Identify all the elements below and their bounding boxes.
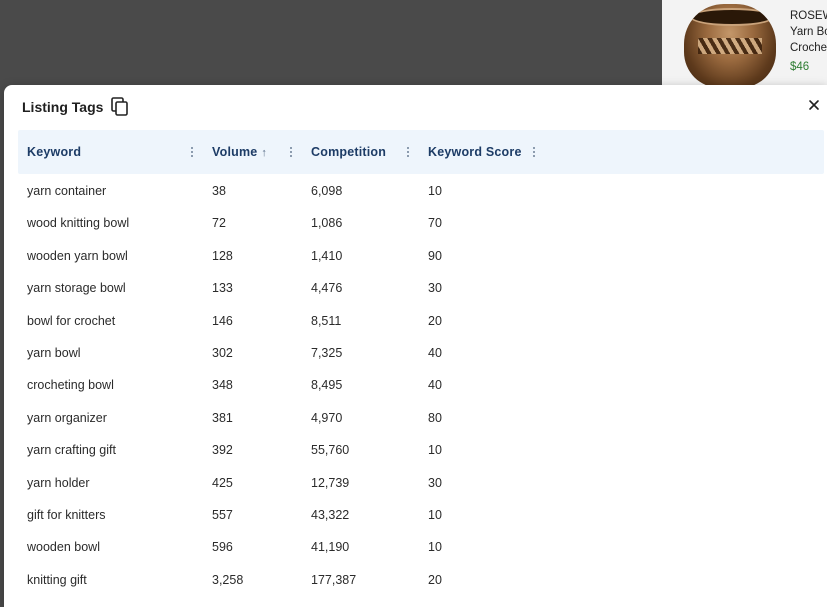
table-row[interactable]: gift for knitters 557 43,322 10 [18, 499, 824, 531]
product-title-line: Yarn Bo [790, 26, 827, 38]
cell-volume: 72 [212, 216, 226, 231]
cell-competition: 41,190 [311, 540, 350, 555]
cell-keyword-score: 30 [428, 475, 442, 490]
cell-keyword-score: 40 [428, 345, 442, 360]
cell-volume: 557 [212, 507, 233, 522]
cell-competition: 6,098 [311, 184, 343, 198]
table-row[interactable]: crocheting bowl 348 8,495 40 [18, 369, 824, 401]
cell-keyword-score: 80 [428, 410, 442, 425]
table-row[interactable]: bowl for crochet 146 8,511 20 [18, 305, 824, 337]
table-row[interactable]: yarn holder 425 12,739 30 [18, 467, 824, 499]
cell-keyword: yarn bowl [27, 345, 81, 360]
cell-volume: 133 [212, 281, 233, 296]
column-header-label: Keyword [27, 145, 82, 159]
modal-title: Listing Tags [22, 99, 104, 115]
cell-keyword: knitting gift [27, 572, 87, 587]
column-menu-keyword-score-icon[interactable] [533, 147, 536, 157]
cell-volume: 38 [212, 184, 226, 198]
cell-competition: 12,739 [311, 475, 350, 490]
cell-volume: 146 [212, 313, 233, 328]
cell-keyword: gift for knitters [27, 507, 106, 522]
table-row[interactable]: yarn organizer 381 4,970 80 [18, 402, 824, 434]
cell-volume: 348 [212, 378, 233, 393]
cell-volume: 596 [212, 540, 233, 555]
column-menu-keyword-icon[interactable] [191, 147, 194, 157]
column-header-label: Volume [212, 145, 258, 159]
cell-keyword: yarn container [27, 184, 107, 198]
cell-keyword: crocheting bowl [27, 378, 114, 393]
product-price: $46 [790, 61, 810, 73]
table-row[interactable]: yarn crafting gift 392 55,760 10 [18, 434, 824, 466]
product-title: ROSEW Yarn Bo Crochet [790, 8, 827, 56]
cell-keyword: yarn storage bowl [27, 281, 126, 296]
cell-competition: 7,325 [311, 345, 343, 360]
product-title-line: ROSEW [790, 10, 827, 22]
cell-competition: 55,760 [311, 443, 350, 458]
cell-competition: 8,495 [311, 378, 343, 393]
cell-volume: 425 [212, 475, 233, 490]
close-icon[interactable] [806, 97, 822, 113]
table-row[interactable]: yarn storage bowl 133 4,476 30 [18, 272, 824, 304]
cell-keyword-score: 10 [428, 540, 442, 555]
cell-competition: 4,970 [311, 410, 343, 425]
product-title-line: Crochet [790, 42, 827, 54]
cell-keyword-score: 20 [428, 313, 442, 328]
table-header: Keyword Volume ↑ Competition Keyword Scor… [18, 130, 824, 174]
cell-keyword-score: 20 [428, 572, 442, 587]
cell-keyword: yarn crafting gift [27, 443, 116, 458]
column-header-label: Keyword Score [428, 145, 522, 159]
table-row[interactable]: yarn container 38 6,098 10 [18, 175, 824, 207]
copy-icon[interactable] [111, 97, 129, 117]
cell-competition: 4,476 [311, 281, 343, 296]
column-header-label: Competition [311, 145, 387, 159]
table-row[interactable]: knitting gift 3,258 177,387 20 [18, 564, 824, 596]
column-menu-competition-icon[interactable] [407, 147, 410, 157]
cell-keyword-score: 10 [428, 443, 442, 458]
cell-volume: 381 [212, 410, 233, 425]
column-header-keyword[interactable]: Keyword [27, 130, 81, 174]
cell-volume: 128 [212, 248, 233, 263]
sort-ascending-icon[interactable]: ↑ [261, 147, 267, 159]
cell-keyword: wooden bowl [27, 540, 100, 555]
cell-competition: 8,511 [311, 313, 342, 328]
table-row[interactable]: yarn bowl 302 7,325 40 [18, 337, 824, 369]
column-header-competition[interactable]: Competition [311, 130, 386, 174]
cell-keyword: bowl for crochet [27, 313, 116, 328]
cell-keyword-score: 10 [428, 184, 442, 198]
cell-keyword: yarn organizer [27, 410, 107, 425]
cell-volume: 302 [212, 345, 233, 360]
table-row[interactable]: wood knitting bowl 72 1,086 70 [18, 207, 824, 239]
cell-competition: 1,410 [311, 248, 343, 263]
cell-keyword-score: 30 [428, 281, 442, 296]
column-header-keyword-score[interactable]: Keyword Score [428, 130, 522, 174]
product-thumbnail [684, 4, 776, 88]
cell-competition: 177,387 [311, 572, 357, 587]
table-row[interactable]: wooden yarn bowl 128 1,410 90 [18, 240, 824, 272]
cell-keyword-score: 90 [428, 248, 442, 263]
column-header-volume[interactable]: Volume ↑ [212, 130, 267, 174]
cell-volume: 3,258 [212, 572, 244, 587]
table-row[interactable]: wooden bowl 596 41,190 10 [18, 531, 824, 563]
table-body: yarn container 38 6,098 10 wood knitting bow… [18, 175, 824, 596]
cell-competition: 1,086 [311, 216, 343, 231]
cell-volume: 392 [212, 443, 233, 458]
cell-keyword: yarn holder [27, 475, 90, 490]
cell-keyword: wooden yarn bowl [27, 248, 128, 263]
column-menu-volume-icon[interactable] [290, 147, 293, 157]
cell-competition: 43,322 [311, 507, 350, 522]
cell-keyword-score: 40 [428, 378, 442, 393]
cell-keyword: wood knitting bowl [27, 216, 130, 231]
listing-tags-modal: Listing Tags Keyword Volume ↑ Competition… [4, 85, 827, 607]
cell-keyword-score: 10 [428, 507, 442, 522]
cell-keyword-score: 70 [428, 216, 442, 231]
